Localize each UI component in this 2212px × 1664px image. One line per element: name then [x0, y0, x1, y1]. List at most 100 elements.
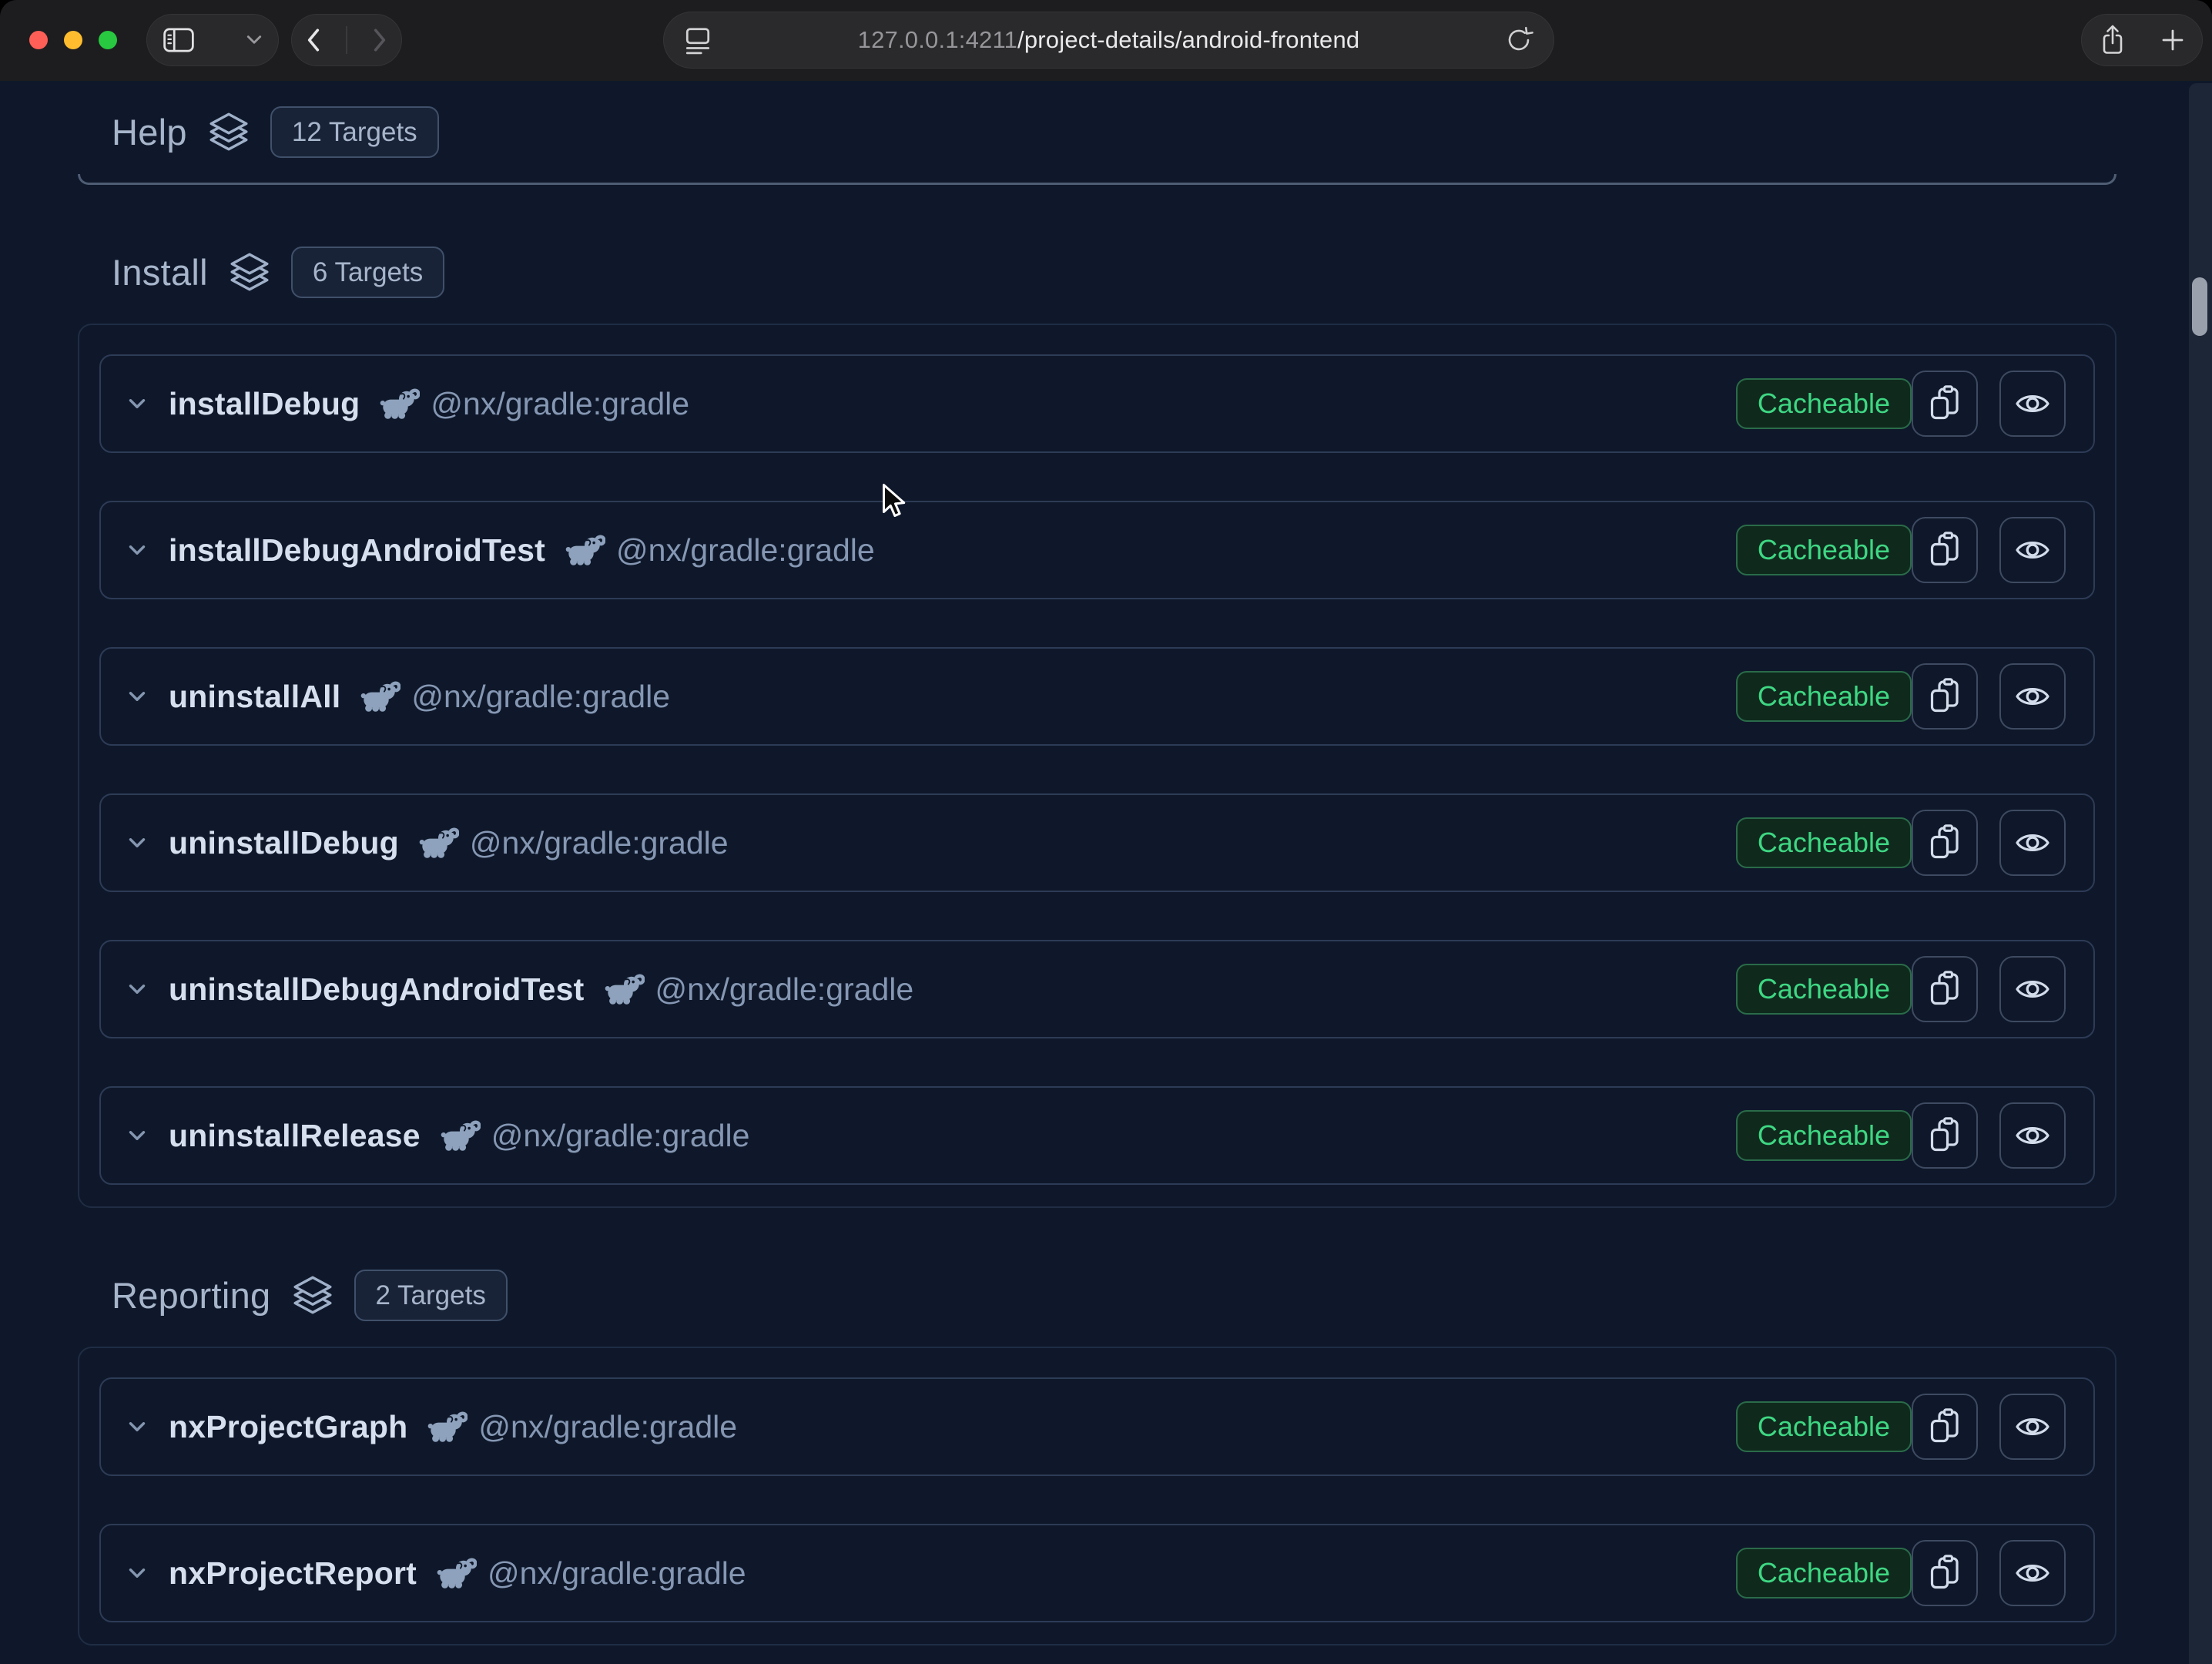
targets-container: installDebug @nx/gradle:gradle Cacheable — [78, 324, 2116, 1208]
target-executor: @nx/gradle:gradle — [488, 1555, 746, 1592]
project-details-page: Help 12 Targets Install 6 Targets instal… — [0, 81, 2212, 1664]
browser-window: 127.0.0.1:4211/project-details/android-f… — [0, 0, 2212, 1664]
view-target-button[interactable] — [1999, 956, 2066, 1022]
copy-target-button[interactable] — [1912, 371, 1978, 437]
target-name: uninstallDebugAndroidTest — [169, 971, 585, 1008]
address-bar[interactable]: 127.0.0.1:4211/project-details/android-f… — [663, 12, 1554, 69]
copy-target-button[interactable] — [1912, 810, 1978, 876]
target-row[interactable]: nxProjectGraph @nx/gradle:gradle Cacheab… — [99, 1377, 2095, 1476]
eye-icon — [2015, 1559, 2050, 1587]
browser-toolbar: 127.0.0.1:4211/project-details/android-f… — [0, 0, 2212, 81]
gradle-icon — [417, 826, 459, 860]
copy-target-button[interactable] — [1912, 956, 1978, 1022]
target-count-badge: 12 Targets — [270, 106, 439, 158]
target-row[interactable]: installDebugAndroidTest @nx/gradle:gradl… — [99, 501, 2095, 599]
share-icon[interactable] — [2099, 24, 2127, 56]
copy-icon — [1928, 1408, 1962, 1445]
copy-icon — [1928, 385, 1962, 422]
back-icon[interactable] — [303, 27, 323, 53]
sidebar-toggle-button[interactable] — [146, 14, 279, 66]
gradle-icon — [439, 1119, 481, 1152]
eye-icon — [2015, 390, 2050, 418]
target-row[interactable]: uninstallAll @nx/gradle:gradle Cacheable — [99, 647, 2095, 746]
forward-icon[interactable] — [370, 27, 390, 53]
view-target-button[interactable] — [1999, 517, 2066, 583]
target-executor: @nx/gradle:gradle — [470, 825, 729, 861]
target-group-header: Help 12 Targets — [112, 99, 2116, 165]
copy-target-button[interactable] — [1912, 663, 1978, 730]
target-count-badge: 6 Targets — [291, 247, 444, 298]
chevron-down-icon — [246, 34, 263, 46]
chevron-down-icon[interactable] — [124, 537, 150, 563]
copy-target-button[interactable] — [1912, 1394, 1978, 1460]
chevron-down-icon[interactable] — [124, 1122, 150, 1149]
copy-target-button[interactable] — [1912, 1102, 1978, 1169]
gradle-icon — [378, 387, 420, 421]
cacheable-badge: Cacheable — [1736, 817, 1912, 868]
layers-icon — [291, 1273, 334, 1317]
target-row[interactable]: nxProjectReport @nx/gradle:gradle Cachea… — [99, 1524, 2095, 1622]
zoom-window-button[interactable] — [99, 31, 117, 49]
view-target-button[interactable] — [1999, 663, 2066, 730]
gradle-icon — [564, 533, 605, 567]
url-text: 127.0.0.1:4211/project-details/android-f… — [664, 26, 1553, 54]
layers-icon — [228, 250, 271, 294]
eye-icon — [2015, 683, 2050, 710]
target-name: nxProjectGraph — [169, 1409, 407, 1445]
chevron-down-icon[interactable] — [124, 976, 150, 1002]
copy-icon — [1928, 824, 1962, 861]
target-group-section: Install 6 Targets installDebug @ — [78, 239, 2116, 1208]
eye-icon — [2015, 536, 2050, 564]
view-target-button[interactable] — [1999, 1102, 2066, 1169]
new-tab-icon[interactable] — [2160, 28, 2185, 52]
target-row[interactable]: uninstallRelease @nx/gradle:gradle Cache… — [99, 1086, 2095, 1185]
target-group-title: Install — [112, 251, 208, 294]
target-row[interactable]: uninstallDebugAndroidTest @nx/gradle:gra… — [99, 940, 2095, 1038]
target-executor: @nx/gradle:gradle — [431, 386, 689, 422]
layers-icon — [207, 110, 250, 153]
eye-icon — [2015, 829, 2050, 857]
nav-separator — [346, 26, 347, 54]
target-executor: @nx/gradle:gradle — [655, 971, 914, 1008]
target-row[interactable]: installDebug @nx/gradle:gradle Cacheable — [99, 354, 2095, 453]
cacheable-badge: Cacheable — [1736, 1110, 1912, 1161]
target-group-header: Reporting 2 Targets — [112, 1262, 2116, 1328]
chevron-down-icon[interactable] — [124, 391, 150, 417]
copy-icon — [1928, 532, 1962, 569]
close-window-button[interactable] — [29, 31, 48, 49]
url-path: /project-details/android-frontend — [1017, 26, 1359, 53]
minimize-window-button[interactable] — [64, 31, 82, 49]
eye-icon — [2015, 1122, 2050, 1149]
target-name: installDebugAndroidTest — [169, 532, 545, 569]
view-target-button[interactable] — [1999, 1394, 2066, 1460]
view-target-button[interactable] — [1999, 1540, 2066, 1606]
copy-icon — [1928, 1117, 1962, 1154]
history-nav — [291, 14, 402, 66]
scrollbar-track[interactable] — [2189, 83, 2212, 1664]
eye-icon — [2015, 975, 2050, 1003]
target-name: installDebug — [169, 386, 360, 422]
view-target-button[interactable] — [1999, 371, 2066, 437]
gradle-icon — [359, 679, 401, 713]
sections: Help 12 Targets Install 6 Targets instal… — [78, 99, 2116, 1646]
copy-target-button[interactable] — [1912, 517, 1978, 583]
gradle-icon — [435, 1556, 477, 1590]
target-group-section: Help 12 Targets — [78, 99, 2116, 185]
eye-icon — [2015, 1413, 2050, 1441]
cacheable-badge: Cacheable — [1736, 671, 1912, 722]
target-executor: @nx/gradle:gradle — [478, 1409, 737, 1445]
cacheable-badge: Cacheable — [1736, 1548, 1912, 1599]
sidebar-icon — [163, 26, 195, 54]
scrollbar-thumb[interactable] — [2192, 277, 2207, 336]
view-target-button[interactable] — [1999, 810, 2066, 876]
cacheable-badge: Cacheable — [1736, 525, 1912, 575]
chevron-down-icon[interactable] — [124, 1414, 150, 1440]
target-count-badge: 2 Targets — [354, 1270, 508, 1321]
chevron-down-icon[interactable] — [124, 683, 150, 710]
target-row[interactable]: uninstallDebug @nx/gradle:gradle Cacheab… — [99, 793, 2095, 892]
copy-target-button[interactable] — [1912, 1540, 1978, 1606]
chevron-down-icon[interactable] — [124, 1560, 150, 1586]
target-group-title: Reporting — [112, 1274, 271, 1317]
toolbar-right-buttons — [2081, 14, 2203, 66]
chevron-down-icon[interactable] — [124, 830, 150, 856]
